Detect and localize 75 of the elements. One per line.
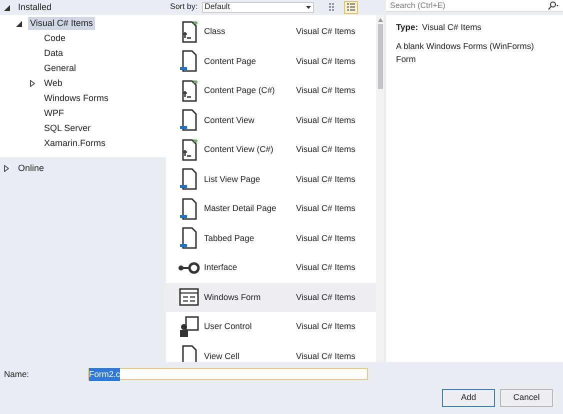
tree-item[interactable]: Xamarin.Forms xyxy=(42,136,108,150)
template-row[interactable]: Windows Form Visual C# Items xyxy=(166,282,376,312)
template-category: Visual C# Items xyxy=(296,261,356,274)
template-description: A blank Windows Forms (WinForms) Form xyxy=(396,40,535,66)
scrollbar[interactable] xyxy=(376,15,384,362)
template-category: Visual C# Items xyxy=(296,84,356,98)
tree-item[interactable]: Visual C# Items xyxy=(28,16,95,30)
template-category: Visual C# Items xyxy=(296,320,356,334)
sort-dropdown[interactable]: Default xyxy=(202,2,314,12)
template-category: Visual C# Items xyxy=(296,143,356,156)
search-icon xyxy=(547,1,559,10)
type-label: Type: xyxy=(396,21,418,34)
template-name: Content Page (C#) xyxy=(204,84,276,98)
template-row[interactable]: Content View (C#) Visual C# Items xyxy=(166,135,376,164)
name-label: Name: xyxy=(4,368,30,381)
template-name: Interface xyxy=(204,261,238,274)
grid-view-icon xyxy=(328,3,337,11)
page-icon xyxy=(178,226,200,250)
template-name: Class xyxy=(204,25,226,38)
collapsed-caret-icon[interactable] xyxy=(30,80,35,87)
list-view-icon xyxy=(346,3,355,11)
dropdown-arrow-icon[interactable] xyxy=(306,6,311,8)
scroll-up-arrow-icon[interactable] xyxy=(378,18,382,22)
name-input-field[interactable]: Form2.c xyxy=(88,368,368,380)
user-control-icon xyxy=(178,314,200,339)
interface-icon xyxy=(178,260,200,275)
template-row[interactable]: Tabbed Page Visual C# Items xyxy=(166,224,376,253)
template-name: View Cell xyxy=(204,350,240,362)
page-icon xyxy=(178,196,200,221)
collapsed-caret-icon[interactable] xyxy=(4,165,9,172)
template-row[interactable]: Content View Visual C# Items xyxy=(166,106,376,135)
expanded-caret-icon[interactable] xyxy=(4,4,10,10)
tree-item[interactable]: SQL Server xyxy=(42,122,93,136)
template-category: Visual C# Items xyxy=(296,202,356,216)
template-category: Visual C# Items xyxy=(296,290,356,304)
page-icon xyxy=(178,167,200,192)
tree-item[interactable]: Code xyxy=(42,32,68,46)
add-button[interactable]: Add xyxy=(442,388,495,407)
template-name: List View Page xyxy=(204,172,262,186)
template-category: Visual C# Items xyxy=(296,172,356,186)
template-row[interactable]: Content Page (C#) Visual C# Items xyxy=(166,76,376,106)
tree-item[interactable]: WPF xyxy=(42,106,66,120)
template-row[interactable]: List View Page Visual C# Items xyxy=(166,164,376,194)
list-view-button[interactable] xyxy=(344,0,358,14)
template-name: Master Detail Page xyxy=(204,202,278,216)
template-row[interactable]: Class Visual C# Items xyxy=(166,17,376,46)
template-name: Content View (C#) xyxy=(204,143,274,156)
cancel-button[interactable]: Cancel xyxy=(500,388,553,407)
template-name: Content View xyxy=(204,114,256,127)
template-category: Visual C# Items xyxy=(296,114,356,127)
template-category: Visual C# Items xyxy=(296,232,356,245)
page-icon xyxy=(178,108,200,132)
template-name: Tabbed Page xyxy=(204,232,256,245)
template-category: Visual C# Items xyxy=(296,54,356,68)
expanded-caret-icon[interactable] xyxy=(16,20,22,26)
template-row[interactable]: Interface Visual C# Items xyxy=(166,253,376,282)
template-category: Visual C# Items xyxy=(296,350,356,362)
page-icon xyxy=(178,49,200,74)
template-name: User Control xyxy=(204,320,253,334)
template-row[interactable]: Content Page Visual C# Items xyxy=(166,46,376,76)
tree-item[interactable]: Windows Forms xyxy=(42,92,111,106)
template-name: Content Page xyxy=(204,54,257,68)
sort-label: Sort by: xyxy=(170,1,198,13)
tree-item[interactable]: Web xyxy=(42,76,64,90)
tree-item[interactable]: Data xyxy=(42,46,66,60)
tree-item[interactable]: General xyxy=(42,62,78,76)
tree-item[interactable]: Online xyxy=(16,162,46,176)
template-row[interactable]: User Control Visual C# Items xyxy=(166,312,376,342)
template-name: Windows Form xyxy=(204,290,262,304)
search-field[interactable]: Search (Ctrl+E) xyxy=(386,0,563,12)
type-value: Visual C# Items xyxy=(422,21,482,34)
template-category: Visual C# Items xyxy=(296,25,356,38)
template-row[interactable]: Master Detail Page Visual C# Items xyxy=(166,194,376,224)
form-window-icon xyxy=(179,288,199,306)
template-row[interactable]: View Cell Visual C# Items xyxy=(166,342,376,362)
